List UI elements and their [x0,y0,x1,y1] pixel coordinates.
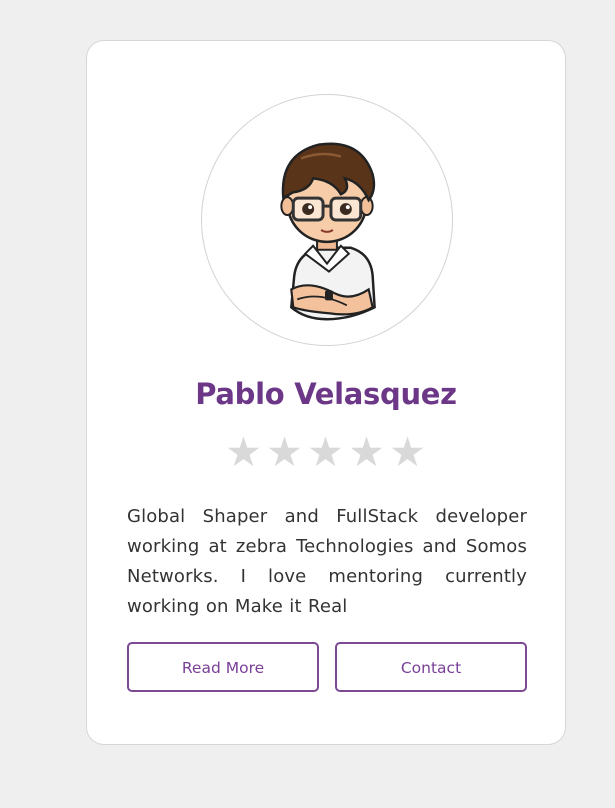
star-icon[interactable]: ★ [224,428,265,476]
star-icon[interactable]: ★ [306,428,347,476]
star-icon[interactable]: ★ [265,428,306,476]
star-icon[interactable]: ★ [347,428,388,476]
avatar [201,94,453,346]
profile-name: Pablo Velasquez [195,377,457,411]
contact-button[interactable]: Contact [335,642,527,692]
read-more-button[interactable]: Read More [127,642,319,692]
profile-bio: Global Shaper and FullStack developer wo… [127,506,527,617]
profile-card: Pablo Velasquez ★★★★★ Global Shaper and … [86,40,566,745]
cartoon-avatar-icon [280,142,376,321]
star-icon[interactable]: ★ [388,428,429,476]
star-rating[interactable]: ★★★★★ [87,428,565,476]
